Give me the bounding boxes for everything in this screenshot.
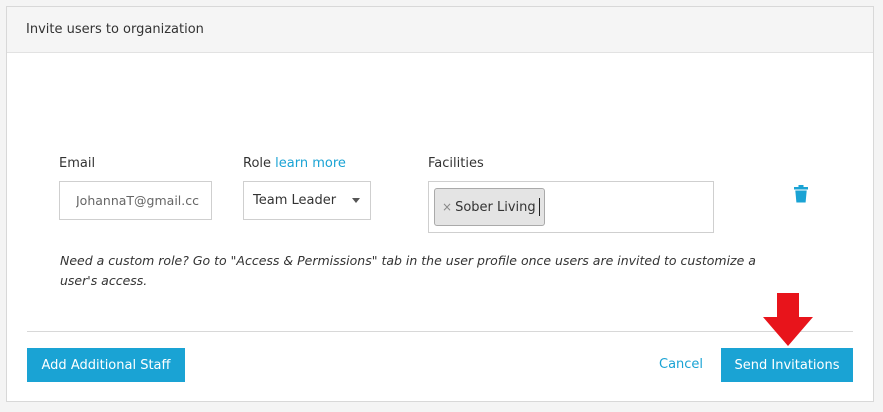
chevron-down-icon bbox=[352, 198, 360, 203]
send-invitations-button[interactable]: Send Invitations bbox=[721, 348, 853, 382]
facilities-input[interactable]: × Sober Living bbox=[428, 181, 714, 233]
facility-tag: × Sober Living bbox=[434, 188, 545, 226]
panel-title: Invite users to organization bbox=[26, 22, 204, 37]
text-cursor bbox=[539, 198, 540, 216]
facility-tag-label: Sober Living bbox=[455, 199, 536, 215]
role-label-group: Role learn more bbox=[243, 156, 346, 171]
add-additional-staff-button[interactable]: Add Additional Staff bbox=[27, 348, 185, 382]
remove-tag-icon[interactable]: × bbox=[442, 200, 452, 214]
role-select[interactable]: Team Leader bbox=[243, 181, 371, 220]
email-label: Email bbox=[59, 156, 96, 171]
panel-header: Invite users to organization bbox=[7, 7, 873, 53]
role-selected-value: Team Leader bbox=[253, 193, 337, 208]
cancel-button[interactable]: Cancel bbox=[659, 357, 703, 372]
invite-panel: Invite users to organization Email Role … bbox=[6, 6, 874, 402]
arrow-down-icon bbox=[763, 293, 813, 346]
learn-more-link[interactable]: learn more bbox=[275, 156, 346, 171]
role-label: Role bbox=[243, 156, 272, 171]
custom-role-help-text: Need a custom role? Go to "Access & Perm… bbox=[60, 253, 756, 288]
divider bbox=[27, 331, 853, 332]
facilities-label: Facilities bbox=[428, 156, 484, 171]
email-input[interactable] bbox=[59, 181, 212, 220]
trash-icon[interactable] bbox=[794, 185, 808, 203]
